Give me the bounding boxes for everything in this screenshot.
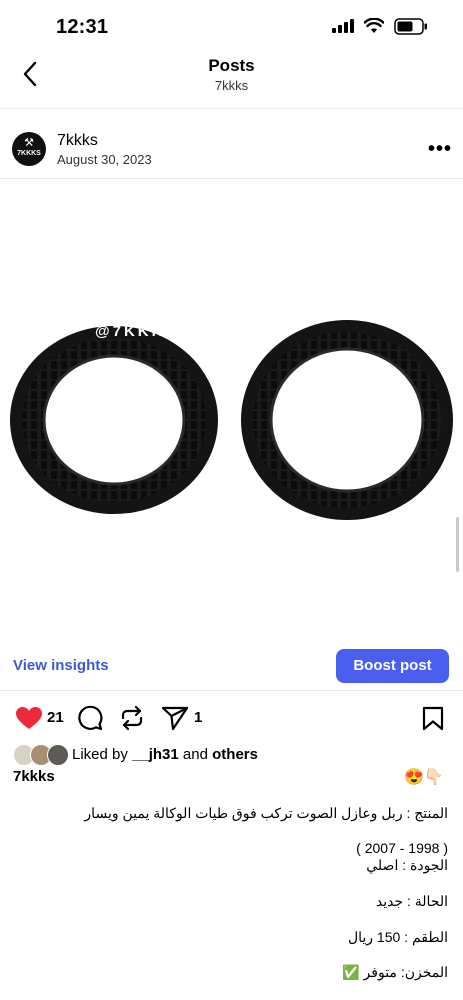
avatar[interactable]: ⚒ 7KKKS [12,132,46,166]
signal-icon [332,19,354,33]
caption-condition: الحالة : جديد [375,893,448,909]
liked-by-others[interactable]: others [212,746,258,763]
liked-by-user[interactable]: __jh31 [132,746,179,763]
liked-by-text[interactable]: Liked by __jh31 and others [72,746,258,763]
caption-quality: الجودة : اصلي [366,857,448,873]
more-icon[interactable]: ••• [428,138,452,161]
liked-by-prefix: Liked by [72,746,128,763]
boost-post-button[interactable]: Boost post [336,649,449,683]
caption-product: المنتج : ربل وعازل الصوت تركب فوق طيات ا… [84,805,448,821]
insights-divider [0,690,463,691]
status-time: 12:31 [56,16,109,38]
caption-price: الطقم : 150 ريال [347,929,448,945]
header-divider [0,108,463,109]
battery-icon [394,18,427,35]
account-name[interactable]: 7kkks [57,132,98,150]
post-image[interactable] [0,180,463,635]
avatar-logo-text: 7KKKS [17,150,41,157]
liker-avatar [47,744,69,766]
image-watermark: @7KKKS [95,323,179,340]
comment-icon[interactable] [77,705,103,731]
post-date: August 30, 2023 [57,152,152,167]
page-subtitle: 7kkks [214,78,249,93]
repost-icon[interactable] [119,705,145,731]
caption-years: ( 2007 - 1998 ) [356,840,448,856]
tools-icon: ⚒ [24,137,34,149]
share-icon[interactable] [161,705,189,731]
wifi-icon [364,18,384,33]
share-count[interactable]: 1 [194,709,202,726]
bookmark-icon[interactable] [422,706,444,731]
caption-username[interactable]: 7kkks [13,768,55,785]
post-header-divider [0,178,463,179]
view-insights-link[interactable]: View insights [13,657,109,674]
rubber-rings-image [10,320,453,520]
caption-emojis: 😍👇🏻 [404,769,444,786]
liker-avatars[interactable] [13,744,69,766]
liked-by-and: and [182,746,208,763]
caption-stock: المخزن: متوفر ✅ [342,964,448,980]
page-title: Posts [208,56,255,75]
scrollbar[interactable] [456,517,459,572]
like-count[interactable]: 21 [47,709,64,726]
heart-icon[interactable] [15,706,43,730]
